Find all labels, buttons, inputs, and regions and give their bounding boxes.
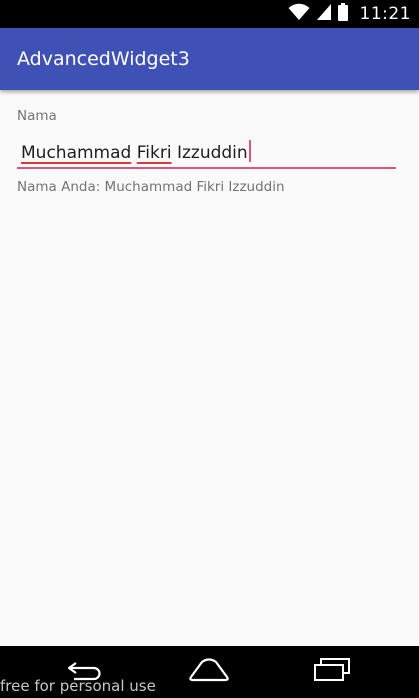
recents-icon: [312, 657, 352, 687]
text-cursor: [248, 140, 251, 162]
input-word-last: Izzuddin: [176, 143, 248, 163]
name-input-text[interactable]: Muchammad Fikri Izzuddin: [21, 140, 251, 163]
app-bar: AdvancedWidget3: [0, 28, 419, 90]
status-time: 11:21: [359, 4, 411, 24]
signal-icon: [316, 3, 332, 25]
status-icons: 11:21: [288, 0, 412, 28]
name-input[interactable]: Muchammad Fikri Izzuddin: [17, 137, 396, 169]
home-button[interactable]: [185, 656, 233, 688]
wifi-icon: [288, 3, 310, 25]
recents-button[interactable]: [308, 656, 356, 688]
name-output-text: Nama Anda: Muchammad Fikri Izzuddin: [17, 179, 285, 195]
app-title: AdvancedWidget3: [17, 48, 190, 70]
home-icon: [188, 658, 230, 686]
name-field-label: Nama: [17, 108, 57, 124]
status-bar: 11:21: [0, 0, 419, 28]
input-word-middle: Fikri: [136, 143, 172, 163]
battery-icon: [337, 3, 348, 25]
watermark-text: free for personal use: [0, 677, 156, 695]
input-word-first: Muchammad: [21, 143, 132, 163]
